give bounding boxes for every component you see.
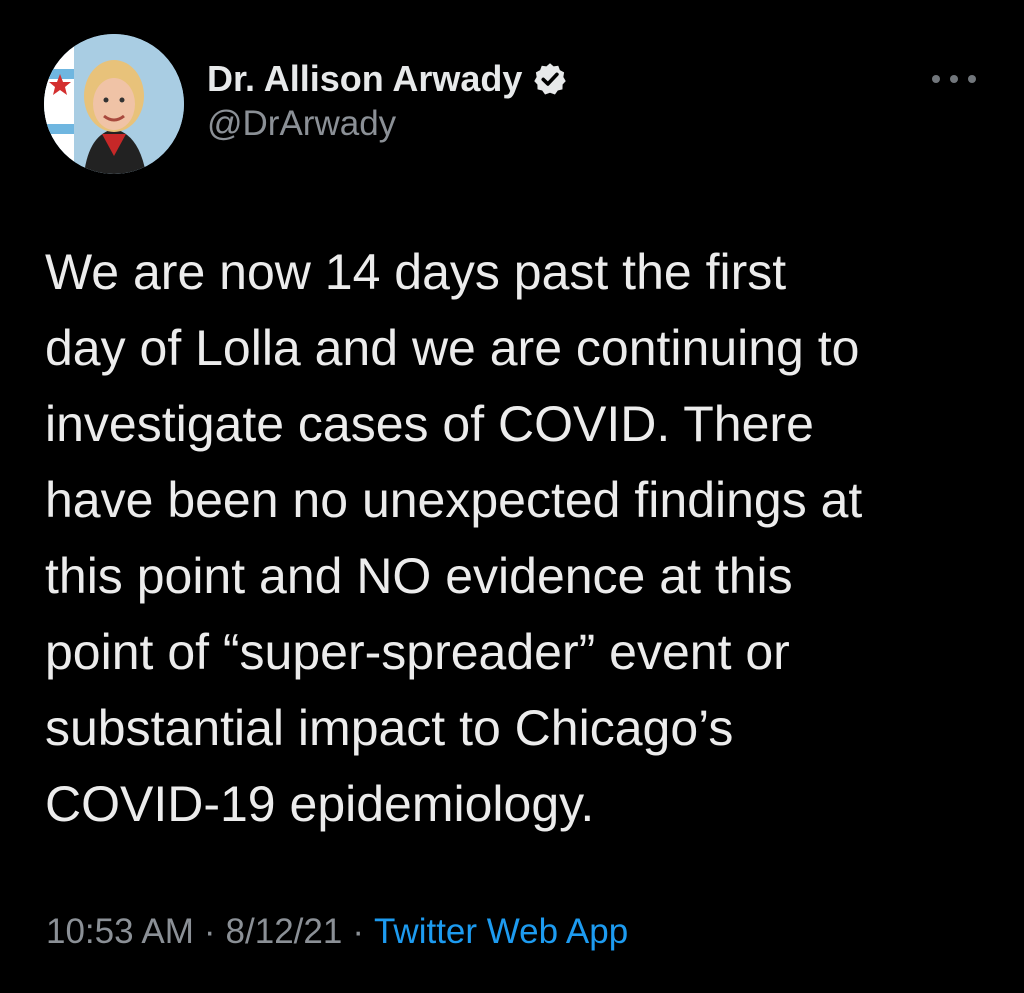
profile-photo-icon	[44, 34, 184, 174]
handle[interactable]: @DrArwady	[207, 104, 568, 144]
tweet-date[interactable]: 8/12/21	[226, 912, 343, 951]
tweet-text: We are now 14 days past the first day of…	[45, 244, 863, 832]
tweet-source-link[interactable]: Twitter Web App	[374, 912, 628, 951]
dot-icon	[932, 75, 940, 83]
tweet-meta: 10:53 AM · 8/12/21 · Twitter Web App	[46, 912, 628, 952]
display-name[interactable]: Dr. Allison Arwady	[207, 58, 522, 100]
author-names: Dr. Allison Arwady @DrArwady	[207, 56, 568, 144]
meta-separator: ·	[352, 912, 364, 951]
avatar[interactable]	[44, 34, 184, 174]
meta-separator: ·	[203, 912, 216, 951]
dot-icon	[950, 75, 958, 83]
verified-badge-icon	[534, 63, 567, 95]
tweet-container: Dr. Allison Arwady @DrArwady We are now …	[0, 0, 1024, 993]
tweet-header: Dr. Allison Arwady @DrArwady	[44, 34, 984, 174]
display-name-row: Dr. Allison Arwady	[207, 56, 568, 102]
more-options-icon[interactable]	[932, 64, 976, 94]
tweet-time[interactable]: 10:53 AM	[46, 912, 194, 951]
dot-icon	[968, 75, 976, 83]
